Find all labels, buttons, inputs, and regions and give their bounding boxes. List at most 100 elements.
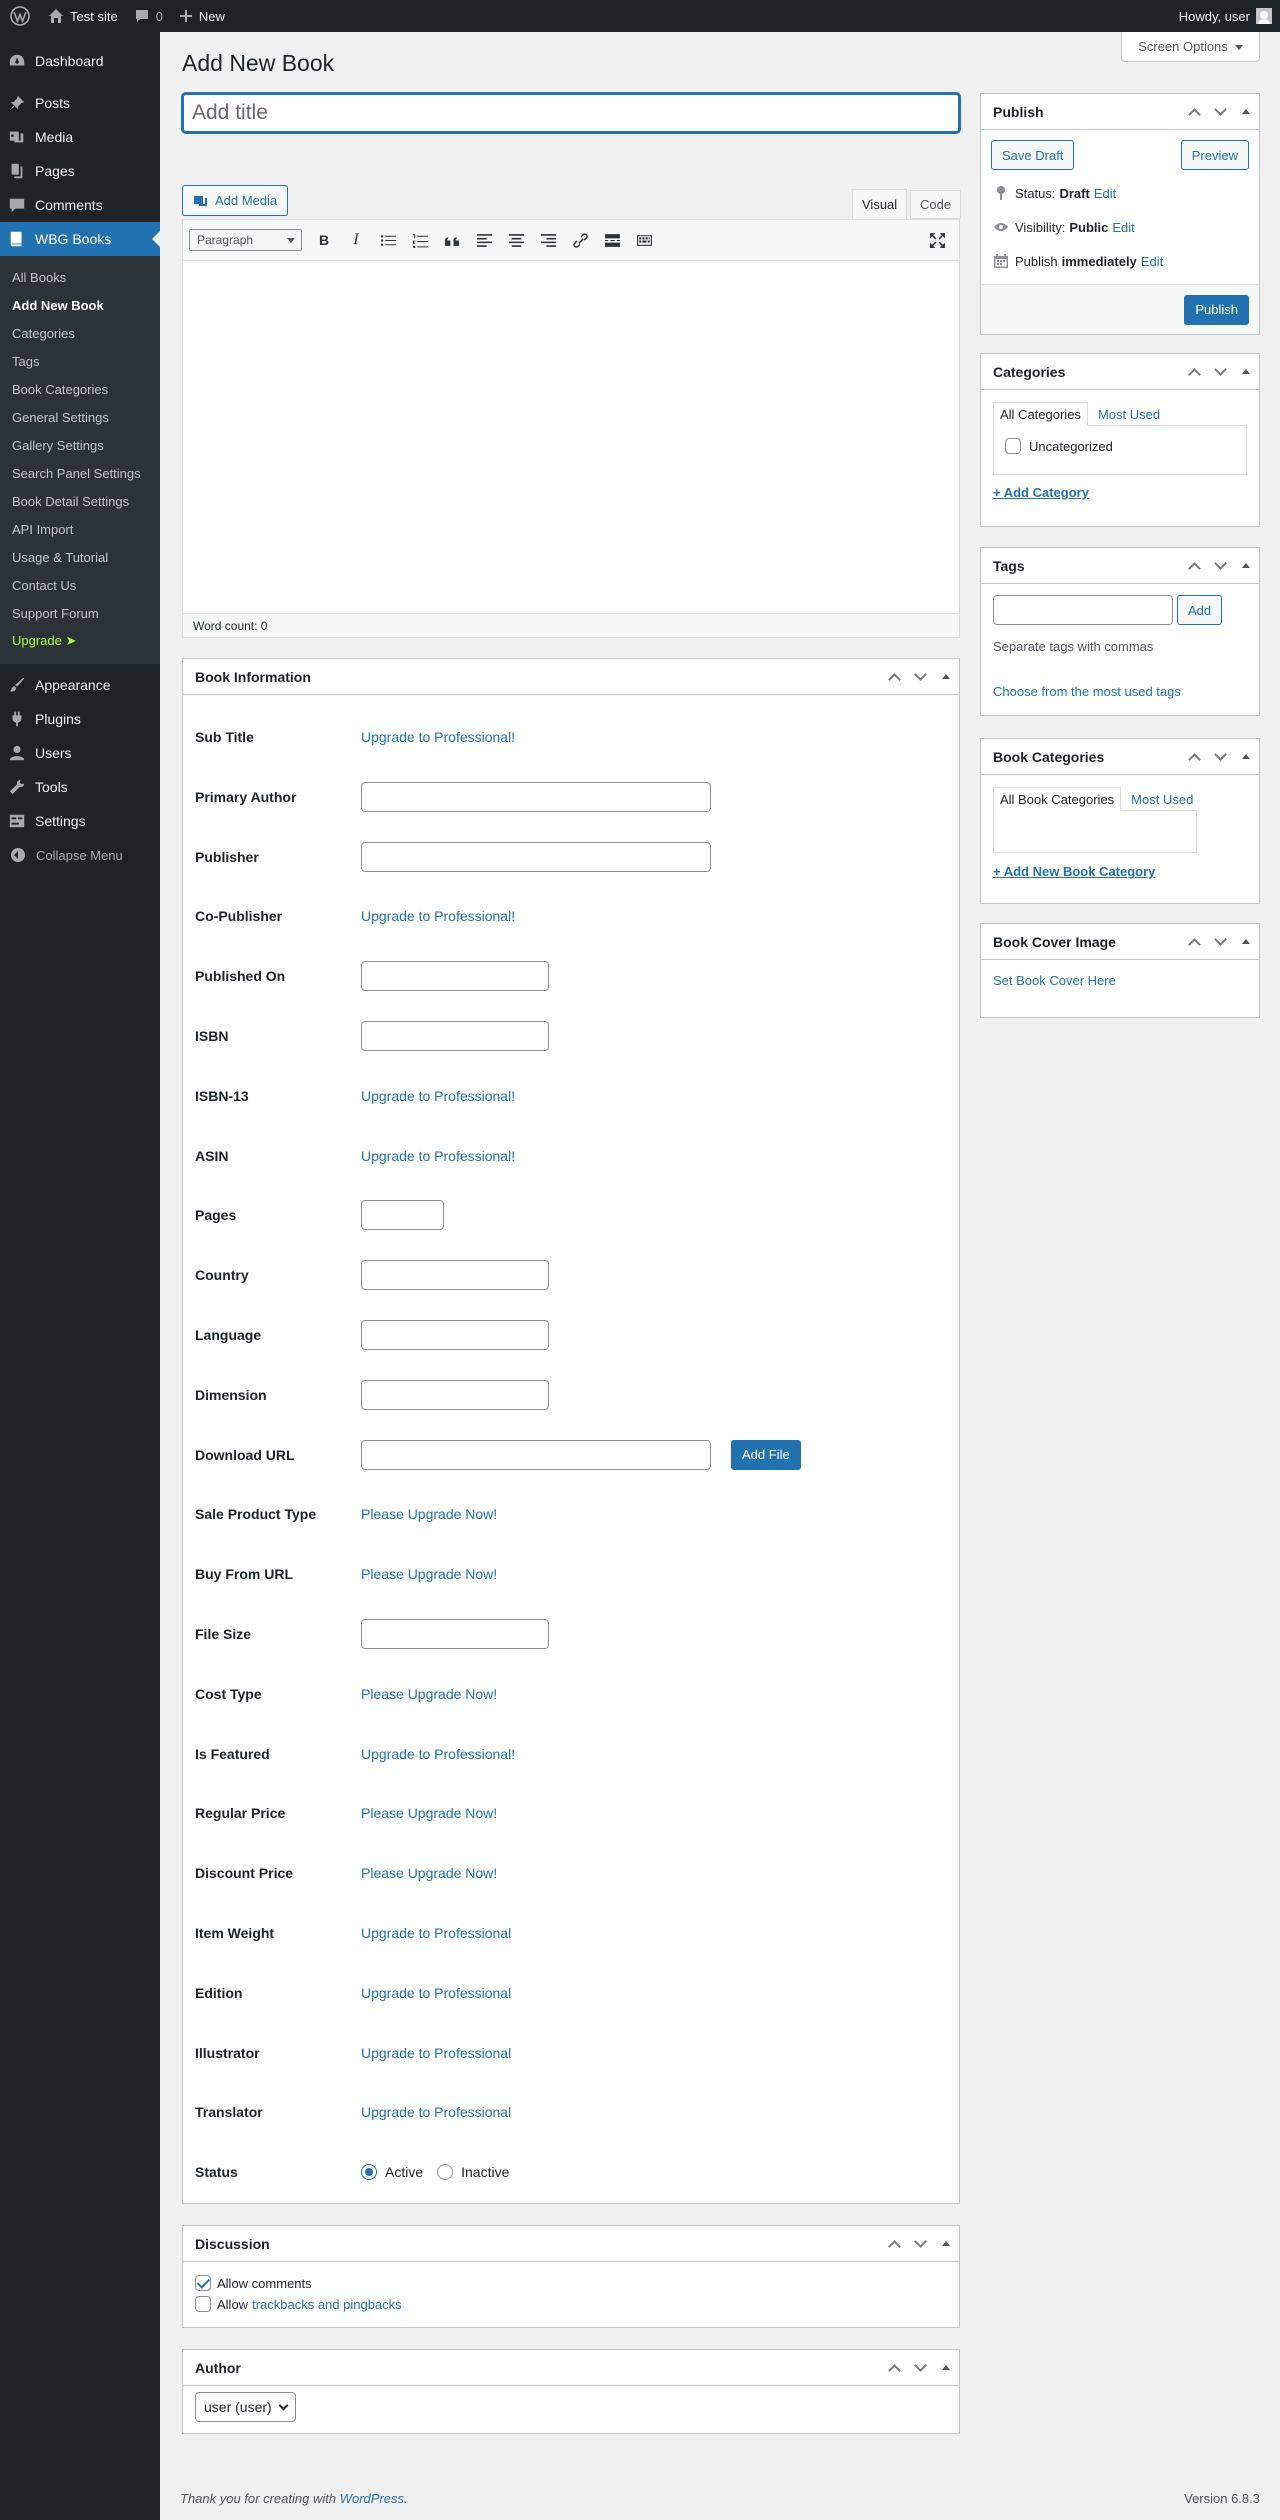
tab-most-used[interactable]: Most Used	[1124, 787, 1200, 811]
menu-tools[interactable]: Tools	[0, 770, 160, 804]
choose-most-used-tags-link[interactable]: Choose from the most used tags	[993, 684, 1181, 699]
primary-author-input[interactable]	[361, 781, 711, 812]
move-up-icon[interactable]	[1181, 354, 1207, 390]
align-center-icon[interactable]	[500, 225, 532, 255]
toggle-panel-icon[interactable]	[1233, 739, 1259, 775]
tab-code[interactable]: Code	[910, 190, 962, 219]
move-down-icon[interactable]	[1207, 739, 1233, 775]
toggle-panel-icon[interactable]	[1233, 548, 1259, 584]
bullet-list-icon[interactable]	[372, 225, 404, 255]
preview-button[interactable]: Preview	[1180, 140, 1249, 170]
pages-input[interactable]	[361, 1200, 444, 1231]
upgrade-link[interactable]: Upgrade to Professional!	[361, 1148, 515, 1164]
screen-options-button[interactable]: Screen Options	[1121, 32, 1260, 62]
wordpress-logo-icon[interactable]	[0, 0, 40, 32]
upgrade-link[interactable]: Upgrade to Professional	[361, 2045, 511, 2061]
edit-publish-time-link[interactable]: Edit	[1141, 254, 1163, 269]
read-more-icon[interactable]	[596, 225, 628, 255]
allow-trackbacks-checkbox[interactable]	[195, 2296, 211, 2312]
move-down-icon[interactable]	[907, 2226, 933, 2262]
editor-content-area[interactable]	[183, 261, 959, 613]
upgrade-link[interactable]: Please Upgrade Now!	[361, 1805, 497, 1821]
submenu-book-categories[interactable]: Book Categories	[0, 375, 160, 403]
tab-most-used[interactable]: Most Used	[1091, 402, 1167, 426]
toggle-panel-icon[interactable]	[1233, 924, 1259, 960]
toggle-panel-icon[interactable]	[933, 2226, 959, 2262]
submenu-book-detail-settings[interactable]: Book Detail Settings	[0, 487, 160, 515]
submenu-add-new-book[interactable]: Add New Book	[0, 291, 160, 319]
edit-visibility-link[interactable]: Edit	[1112, 220, 1134, 235]
collapse-menu-button[interactable]: Collapse Menu	[0, 838, 160, 872]
menu-settings[interactable]: Settings	[0, 804, 160, 838]
link-icon[interactable]	[564, 225, 596, 255]
upgrade-link[interactable]: Upgrade to Professional!	[361, 1746, 515, 1762]
upgrade-link[interactable]: Please Upgrade Now!	[361, 1506, 497, 1522]
numbered-list-icon[interactable]	[404, 225, 436, 255]
publish-button[interactable]: Publish	[1184, 294, 1249, 325]
wordpress-link[interactable]: WordPress	[340, 2491, 404, 2506]
move-down-icon[interactable]	[1207, 94, 1233, 130]
add-media-button[interactable]: Add Media	[182, 185, 289, 216]
menu-posts[interactable]: Posts	[0, 86, 160, 120]
move-up-icon[interactable]	[1181, 94, 1207, 130]
tags-input[interactable]	[993, 595, 1173, 625]
edit-status-link[interactable]: Edit	[1094, 186, 1116, 201]
add-category-link[interactable]: + Add Category	[993, 485, 1089, 500]
submenu-contact-us[interactable]: Contact Us	[0, 571, 160, 599]
status-radio[interactable]	[361, 2164, 377, 2181]
submenu-all-books[interactable]: All Books	[0, 263, 160, 291]
menu-plugins[interactable]: Plugins	[0, 702, 160, 736]
fullscreen-icon[interactable]	[921, 225, 953, 255]
dimension-input[interactable]	[361, 1379, 549, 1410]
new-content-link[interactable]: New	[171, 0, 233, 32]
toggle-panel-icon[interactable]	[933, 659, 959, 695]
align-left-icon[interactable]	[468, 225, 500, 255]
align-right-icon[interactable]	[532, 225, 564, 255]
status-option-active[interactable]: Active	[361, 2164, 423, 2181]
language-input[interactable]	[361, 1320, 549, 1350]
move-down-icon[interactable]	[907, 659, 933, 695]
move-down-icon[interactable]	[907, 2350, 933, 2386]
save-draft-button[interactable]: Save Draft	[991, 140, 1075, 170]
move-up-icon[interactable]	[1181, 739, 1207, 775]
move-down-icon[interactable]	[1207, 924, 1233, 960]
add-file-button[interactable]: Add File	[731, 1439, 801, 1470]
submenu-usage-tutorial[interactable]: Usage & Tutorial	[0, 543, 160, 571]
upgrade-link[interactable]: Upgrade to Professional	[361, 2104, 511, 2120]
menu-wbg-books[interactable]: WBG Books	[0, 222, 160, 256]
submenu-general-settings[interactable]: General Settings	[0, 403, 160, 431]
trackbacks-link[interactable]: trackbacks and pingbacks	[252, 2297, 402, 2312]
add-tag-button[interactable]: Add	[1177, 595, 1223, 625]
menu-pages[interactable]: Pages	[0, 154, 160, 188]
my-account-link[interactable]: Howdy, user	[1171, 0, 1280, 32]
isbn-input[interactable]	[361, 1021, 549, 1051]
upgrade-link[interactable]: Upgrade to Professional	[361, 1985, 511, 2001]
submenu-tags[interactable]: Tags	[0, 347, 160, 375]
menu-media[interactable]: Media	[0, 120, 160, 154]
move-up-icon[interactable]	[1181, 924, 1207, 960]
menu-dashboard[interactable]: Dashboard	[0, 44, 160, 78]
submenu-categories[interactable]: Categories	[0, 319, 160, 347]
country-input[interactable]	[361, 1260, 549, 1291]
status-option-inactive[interactable]: Inactive	[437, 2164, 509, 2181]
add-new-book-category-link[interactable]: + Add New Book Category	[993, 864, 1155, 879]
submenu-gallery-settings[interactable]: Gallery Settings	[0, 431, 160, 459]
move-down-icon[interactable]	[1207, 548, 1233, 584]
author-select[interactable]: user (user)	[195, 2392, 296, 2422]
menu-users[interactable]: Users	[0, 736, 160, 770]
move-down-icon[interactable]	[1207, 354, 1233, 390]
toggle-panel-icon[interactable]	[1233, 94, 1259, 130]
upgrade-link[interactable]: Please Upgrade Now!	[361, 1566, 497, 1582]
keyboard-icon[interactable]	[628, 225, 660, 255]
submenu-api-import[interactable]: API Import	[0, 515, 160, 543]
published-on-input[interactable]	[361, 961, 549, 992]
upgrade-link[interactable]: Upgrade to Professional!	[361, 729, 515, 745]
tab-visual[interactable]: Visual	[852, 189, 908, 220]
format-select[interactable]: Paragraph	[189, 229, 302, 251]
site-name-link[interactable]: Test site	[40, 0, 126, 32]
tab-all-categories[interactable]: All Categories	[993, 402, 1088, 426]
submenu-support-forum[interactable]: Support Forum	[0, 599, 160, 627]
comments-link[interactable]: 0	[126, 0, 171, 32]
toggle-panel-icon[interactable]	[933, 2350, 959, 2386]
move-up-icon[interactable]	[1181, 548, 1207, 584]
